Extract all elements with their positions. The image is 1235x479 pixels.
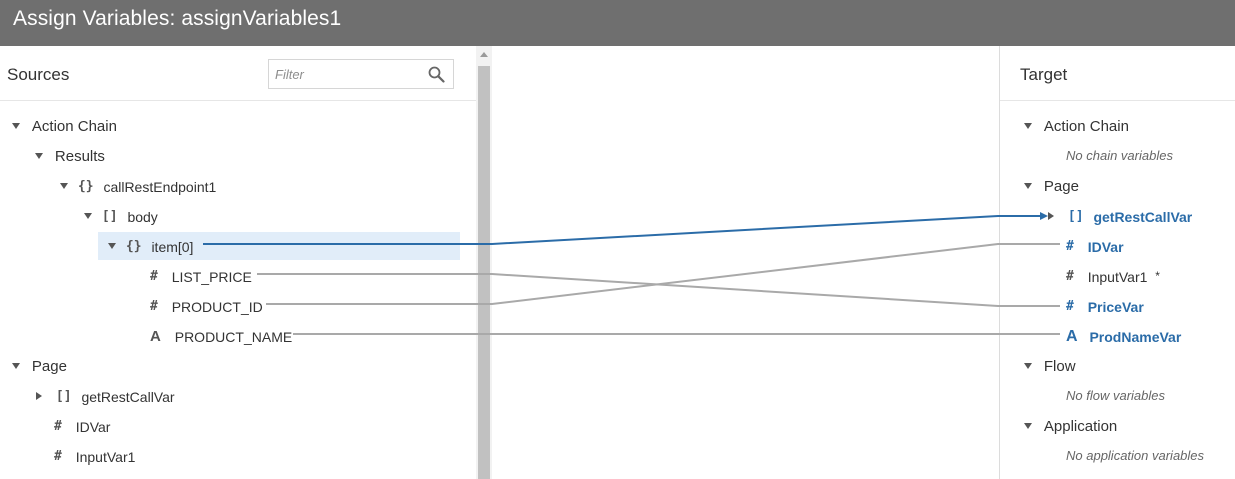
mapping-link-item-to-getrestcallvar[interactable] bbox=[203, 215, 1040, 245]
mapping-lines bbox=[203, 212, 1060, 335]
link-arrowhead-icon bbox=[1040, 212, 1048, 220]
mapping-link-listprice-to-pricevar[interactable] bbox=[257, 273, 1060, 307]
